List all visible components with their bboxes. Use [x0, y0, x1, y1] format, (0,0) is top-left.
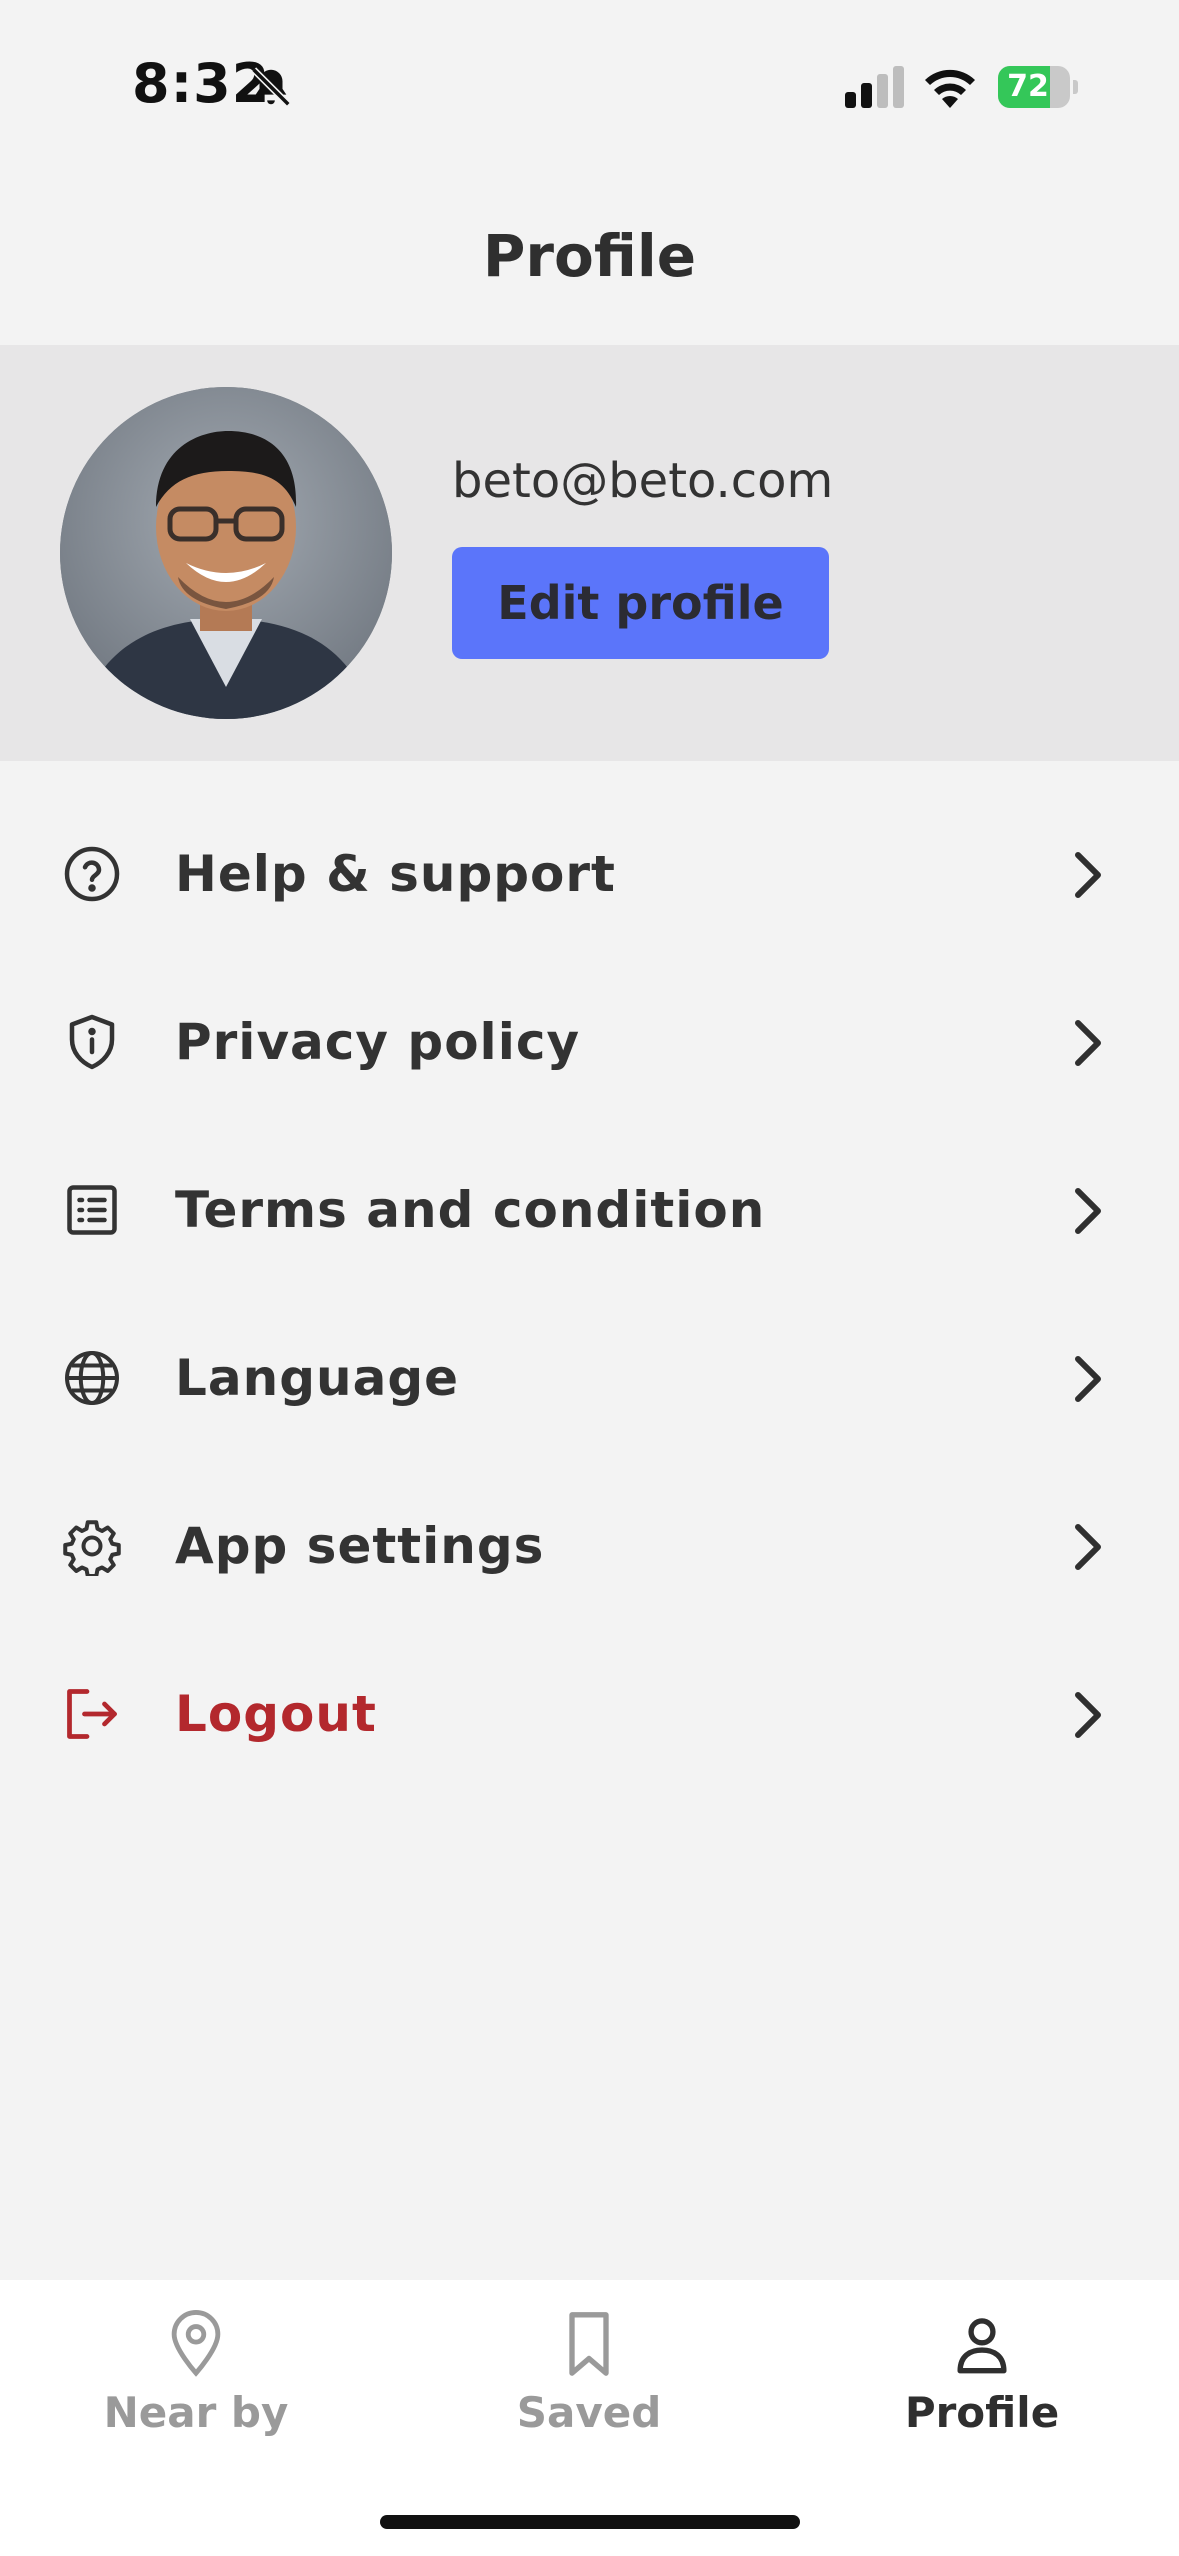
menu-item-logout[interactable]: Logout	[0, 1630, 1179, 1798]
chevron-right-icon	[1075, 852, 1101, 898]
menu-item-app-settings[interactable]: App settings	[0, 1462, 1179, 1630]
globe-icon	[65, 1351, 119, 1405]
logout-icon	[67, 1689, 117, 1739]
avatar[interactable]	[60, 387, 392, 719]
menu-item-label: Language	[175, 1349, 460, 1407]
menu-item-label: Help & support	[175, 845, 616, 903]
status-bar: 8:32 72	[0, 0, 1179, 170]
page-title: Profile	[482, 222, 697, 290]
menu-item-terms[interactable]: Terms and condition	[0, 1126, 1179, 1294]
tab-label: Near by	[103, 2388, 289, 2437]
person-icon	[957, 2318, 1007, 2374]
chevron-right-icon	[1075, 1188, 1101, 1234]
menu-item-label: Privacy policy	[175, 1013, 581, 1071]
menu-item-label: Logout	[175, 1685, 377, 1743]
battery-charging-icon: 72	[998, 66, 1078, 108]
tab-label: Saved	[516, 2388, 662, 2437]
chevron-right-icon	[1075, 1020, 1101, 1066]
battery-percent: 72	[1007, 69, 1049, 104]
menu-item-label: Terms and condition	[175, 1181, 766, 1239]
tab-profile[interactable]: Profile	[852, 2310, 1112, 2470]
gear-icon	[63, 1520, 121, 1576]
menu-item-label: App settings	[175, 1517, 545, 1575]
chevron-right-icon	[1075, 1524, 1101, 1570]
edit-profile-button[interactable]: Edit profile	[452, 547, 829, 659]
menu-item-language[interactable]: Language	[0, 1294, 1179, 1462]
shield-info-icon	[69, 1014, 115, 1070]
tab-near-by[interactable]: Near by	[66, 2310, 326, 2470]
wifi-icon	[925, 69, 975, 108]
question-circle-icon	[64, 846, 120, 902]
menu-item-privacy-policy[interactable]: Privacy policy	[0, 958, 1179, 1126]
map-pin-icon	[171, 2310, 221, 2377]
tab-label: Profile	[904, 2388, 1060, 2437]
chevron-right-icon	[1075, 1356, 1101, 1402]
chevron-right-icon	[1075, 1692, 1101, 1738]
settings-menu: Help & support Privacy policy Terms and …	[0, 790, 1179, 1798]
home-indicator	[380, 2515, 800, 2529]
bookmark-icon	[569, 2312, 609, 2376]
cellular-signal-icon	[845, 66, 904, 108]
menu-item-help-support[interactable]: Help & support	[0, 790, 1179, 958]
list-document-icon	[67, 1185, 117, 1235]
tab-saved[interactable]: Saved	[459, 2310, 719, 2470]
profile-card: beto@beto.com Edit profile	[0, 345, 1179, 761]
profile-email: beto@beto.com	[452, 453, 834, 509]
bell-slash-icon	[251, 67, 291, 107]
